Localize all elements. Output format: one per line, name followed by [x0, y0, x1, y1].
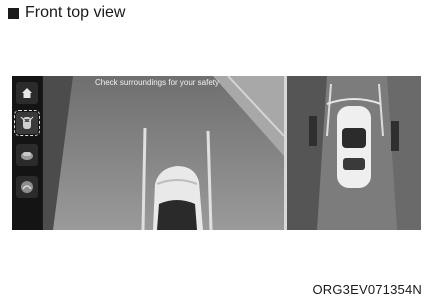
side-view-button[interactable] [16, 176, 38, 198]
top-down-view [287, 76, 421, 230]
front-camera-image [43, 76, 284, 230]
front-camera-view [43, 76, 284, 230]
view-mode-rail [12, 76, 42, 230]
home-button[interactable] [16, 82, 38, 104]
top-down-image [287, 76, 421, 230]
safety-warning: Check surroundings for your safety [94, 78, 220, 87]
rear-view-button[interactable] [16, 144, 38, 166]
figure-caption: Front top view [8, 4, 125, 22]
home-icon [22, 88, 32, 98]
front-view-camera-icon [20, 116, 34, 129]
rear-view-camera-icon [21, 152, 33, 160]
figure-code: ORG3EV071354N [312, 282, 422, 297]
side-view-camera-icon [21, 181, 33, 193]
camera-display: Check surroundings for your safety [12, 76, 421, 230]
caption-title: Front top view [25, 4, 126, 21]
front-view-button[interactable] [14, 110, 40, 136]
square-bullet-icon [8, 7, 19, 19]
